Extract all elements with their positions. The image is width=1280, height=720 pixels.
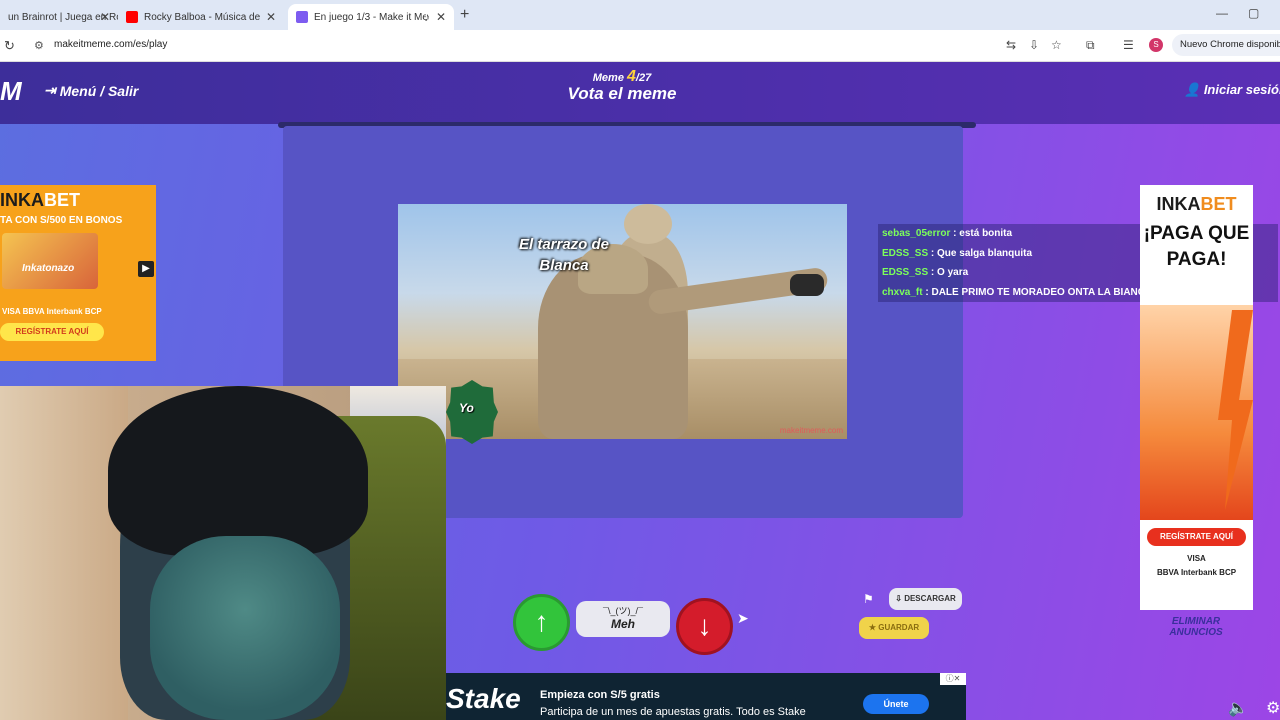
chevron-right-icon[interactable]: ▶ bbox=[138, 261, 154, 277]
youtube-icon bbox=[126, 11, 138, 23]
stake-banner-ad[interactable]: Stake Empieza con S/5 gratis Participa d… bbox=[446, 673, 966, 720]
ad-brand-a: INKA bbox=[1156, 194, 1201, 214]
download-label: DESCARGAR bbox=[904, 594, 956, 603]
inkabet-ad-left[interactable]: INKABET TA CON S/500 EN BONOS Inkatonazo… bbox=[0, 185, 156, 361]
browser-address-bar: ↻ ⚙ makeitmeme.com/es/play ⇆ ⇩ ☆ ⧉ ☰ S N… bbox=[0, 30, 1280, 62]
ad-brand: INKABET bbox=[0, 190, 80, 211]
stake-subline: Participa de un mes de apuestas gratis. … bbox=[540, 706, 806, 718]
speaker-icon[interactable]: 🔈 bbox=[1228, 698, 1248, 718]
tab-brainrot[interactable]: un Brainrot | Juega en Ro ✕ bbox=[0, 4, 118, 30]
webcam-background-door bbox=[0, 386, 128, 720]
ad-register-button[interactable]: REGÍSTRATE AQUÍ bbox=[1147, 528, 1246, 546]
report-flag-icon[interactable]: ⚑ bbox=[863, 592, 874, 606]
upvote-button[interactable]: ↑ bbox=[513, 594, 570, 651]
chat-user: EDSS_SS bbox=[882, 267, 929, 278]
ad-headline: ¡PAGA QUE PAGA! bbox=[1143, 223, 1250, 270]
menu-exit-label: Menú / Salir bbox=[59, 82, 139, 99]
counter-prefix: Meme bbox=[592, 72, 624, 84]
ad-brand-a: INKA bbox=[0, 190, 44, 210]
ad-brand: INKABET bbox=[1140, 194, 1253, 215]
user-icon: 👤 bbox=[1184, 82, 1201, 97]
stake-logo: Stake bbox=[446, 683, 521, 714]
remove-ads-link[interactable]: ELIMINAR ANUNCIOS bbox=[1146, 616, 1246, 638]
meh-button[interactable]: ¯\_(ツ)_/¯ Meh bbox=[576, 601, 670, 637]
tab-makeitmeme[interactable]: En juego 1/3 - Make it Mem ♪ ✕ bbox=[288, 4, 454, 30]
minimize-button[interactable]: — bbox=[1216, 6, 1228, 20]
chat-user: EDSS_SS bbox=[882, 247, 929, 259]
chat-text: : O yara bbox=[930, 267, 969, 278]
streamer-face bbox=[150, 536, 340, 720]
chat-text: : Que salga blanquita bbox=[930, 247, 1033, 259]
meme-watermark: makeitmeme.com bbox=[779, 426, 843, 435]
tab-title: Rocky Balboa - Música de entr bbox=[144, 11, 262, 23]
streamer-hair bbox=[108, 386, 368, 556]
download-button[interactable]: ⇩ DESCARGAR bbox=[889, 588, 962, 610]
reading-list-icon[interactable]: ☰ bbox=[1123, 38, 1134, 52]
settings-gear-icon[interactable]: ⚙ bbox=[1266, 698, 1280, 718]
url-field[interactable]: makeitmeme.com/es/play bbox=[54, 39, 167, 50]
chat-user: sebas_05error bbox=[882, 228, 951, 239]
meme-caption: El tarrazo de Blanca bbox=[518, 236, 610, 274]
ad-close-icon[interactable]: ⓘ✕ bbox=[940, 673, 966, 685]
webcam-overlay bbox=[0, 386, 446, 720]
ad-payments: VISA bbox=[1187, 554, 1206, 563]
login-label: Iniciar sesión bbox=[1203, 82, 1280, 97]
maximize-button[interactable]: ▢ bbox=[1248, 6, 1259, 20]
ad-promo: TA CON S/500 EN BONOS bbox=[0, 215, 123, 226]
game-topbar: M ⇥ Menú / Salir Meme 4/27 Vota el meme … bbox=[0, 62, 1280, 124]
chat-text: : está bonita bbox=[953, 228, 1013, 239]
new-tab-button[interactable]: + bbox=[460, 6, 469, 24]
download-icon: ⇩ bbox=[895, 594, 902, 603]
extensions-icon[interactable]: ⧉ bbox=[1086, 38, 1095, 53]
close-icon[interactable]: ✕ bbox=[100, 10, 110, 24]
close-icon[interactable]: ✕ bbox=[266, 10, 276, 24]
site-logo[interactable]: M bbox=[0, 76, 22, 107]
ad-image-label: Inkatonazo bbox=[22, 263, 75, 274]
ad-payments: BBVA Interbank BCP bbox=[1156, 568, 1237, 577]
meh-label: Meh bbox=[611, 617, 635, 631]
makeitmeme-icon bbox=[296, 11, 308, 23]
arrow-down-icon: ↓ bbox=[697, 610, 712, 641]
ad-brand-b: BET bbox=[1200, 194, 1237, 214]
ad-brand-b: BET bbox=[44, 190, 80, 210]
stake-join-button[interactable]: Únete bbox=[863, 694, 929, 714]
browser-tabstrip: un Brainrot | Juega en Ro ✕ Rocky Balboa… bbox=[0, 0, 1280, 30]
menu-exit-button[interactable]: ⇥ Menú / Salir bbox=[44, 82, 138, 99]
site-info-icon[interactable]: ⚙ bbox=[34, 39, 44, 52]
ad-payments: VISA BBVA Interbank BCP bbox=[2, 307, 102, 316]
tab-rocky[interactable]: Rocky Balboa - Música de entr ✕ bbox=[118, 4, 284, 30]
glove bbox=[790, 274, 824, 296]
sticker-label: Yo bbox=[459, 401, 474, 415]
chat-text: : DALE PRIMO TE MORADEO ONTA LA BIANCA bbox=[925, 286, 1153, 298]
save-label: GUARDAR bbox=[878, 623, 920, 632]
login-button[interactable]: 👤 Iniciar sesión bbox=[1184, 82, 1280, 98]
counter-current: 4 bbox=[627, 68, 636, 85]
arrow-up-icon: ↑ bbox=[534, 606, 549, 637]
stake-headline: Empieza con S/5 gratis bbox=[540, 689, 660, 701]
translate-icon[interactable]: ⇆ bbox=[1006, 38, 1016, 52]
install-icon[interactable]: ⇩ bbox=[1029, 38, 1039, 52]
downvote-button[interactable]: ↓ bbox=[676, 598, 733, 655]
update-chrome-button[interactable]: Nuevo Chrome disponible bbox=[1172, 34, 1280, 56]
star-icon: ★ bbox=[868, 623, 877, 632]
helmet bbox=[624, 204, 672, 244]
inkabet-ad-right[interactable]: INKABET ¡PAGA QUE PAGA! REGÍSTRATE AQUÍ … bbox=[1140, 185, 1253, 610]
ad-register-button[interactable]: REGÍSTRATE AQUÍ bbox=[0, 323, 104, 341]
counter-total: /27 bbox=[635, 72, 652, 84]
tab-title: En juego 1/3 - Make it Mem bbox=[314, 11, 426, 23]
profile-avatar[interactable]: S bbox=[1149, 38, 1163, 52]
reload-icon[interactable]: ↻ bbox=[4, 38, 15, 54]
chat-user: chxva_ft bbox=[882, 286, 923, 298]
page-title: Vota el meme bbox=[567, 84, 677, 103]
save-button[interactable]: ★ GUARDAR bbox=[859, 617, 929, 639]
ad-image bbox=[2, 233, 98, 289]
audio-icon[interactable]: ♪ bbox=[424, 10, 430, 24]
bookmark-star-icon[interactable]: ☆ bbox=[1051, 38, 1062, 52]
exit-icon: ⇥ bbox=[44, 82, 56, 98]
shrug-emoticon: ¯\_(ツ)_/¯ bbox=[603, 606, 643, 616]
close-icon[interactable]: ✕ bbox=[436, 10, 446, 24]
soldier-figure bbox=[538, 244, 688, 439]
mouse-cursor-icon: ➤ bbox=[737, 610, 749, 626]
